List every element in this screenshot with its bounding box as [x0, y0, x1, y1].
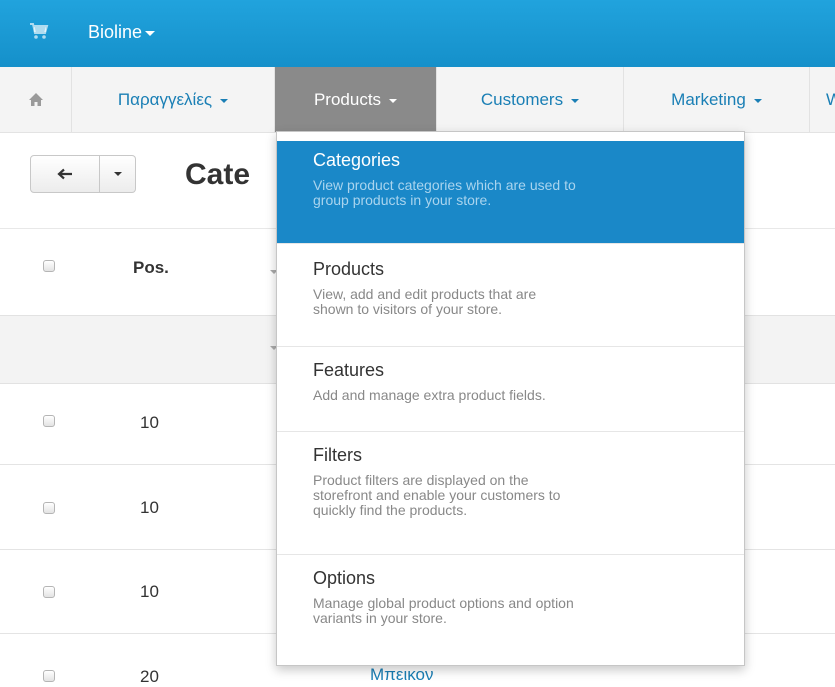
- row-position[interactable]: 10: [140, 498, 159, 518]
- nav-item-products[interactable]: Products: [275, 67, 437, 132]
- menu-item-categories[interactable]: Categories View product categories which…: [277, 141, 744, 244]
- row-checkbox[interactable]: [43, 415, 55, 427]
- caret-down-icon: [389, 98, 398, 103]
- arrow-left-icon: [57, 168, 72, 180]
- row-checkbox[interactable]: [43, 502, 55, 514]
- menu-item-filters[interactable]: Filters Product filters are displayed on…: [277, 432, 744, 555]
- caret-down-icon: [220, 98, 229, 103]
- menu-item-features[interactable]: Features Add and manage extra product fi…: [277, 347, 744, 432]
- menu-item-title: Filters: [313, 445, 362, 465]
- nav-item-customers[interactable]: Customers: [437, 67, 624, 132]
- store-switcher[interactable]: Bioline: [88, 21, 156, 43]
- nav-item-label: Παραγγελίες: [117, 89, 213, 109]
- menu-item-options[interactable]: Options Manage global product options an…: [277, 555, 744, 655]
- menu-item-description: Add and manage extra product fields.: [313, 387, 546, 403]
- back-button-group: [30, 155, 136, 193]
- menu-item-description: Manage global product options and option…: [313, 595, 574, 626]
- nav-item-label: Products: [313, 89, 382, 109]
- page-title: Cate: [185, 158, 251, 191]
- nav-item-label: Marketing: [671, 89, 746, 109]
- nav-item-website[interactable]: W: [810, 67, 835, 132]
- category-name-link[interactable]: Μπεικον: [370, 665, 434, 685]
- caret-down-icon: [753, 98, 762, 103]
- menu-item-title: Features: [313, 360, 385, 380]
- cart-icon[interactable]: [28, 20, 50, 42]
- row-position[interactable]: 10: [140, 582, 159, 602]
- row-position[interactable]: 10: [140, 413, 159, 433]
- nav-item-orders[interactable]: Παραγγελίες: [72, 67, 275, 132]
- home-icon: [28, 93, 43, 106]
- history-dropdown-button[interactable]: [100, 155, 136, 193]
- main-nav: Παραγγελίες Products Customers Marketing…: [0, 67, 835, 133]
- nav-item-label: Customers: [480, 89, 564, 109]
- store-name: Bioline: [88, 22, 143, 42]
- menu-item-title: Products: [313, 259, 385, 279]
- menu-item-title: Categories: [313, 150, 401, 170]
- menu-item-description: Product filters are displayed on the sto…: [313, 472, 561, 518]
- nav-item-marketing[interactable]: Marketing: [624, 67, 810, 132]
- nav-item-label: W: [826, 89, 835, 109]
- select-all-checkbox[interactable]: [43, 260, 55, 272]
- products-dropdown-menu: Categories View product categories which…: [276, 131, 745, 666]
- caret-down-icon: [571, 98, 580, 103]
- menu-item-description: View, add and edit products that are sho…: [313, 286, 537, 317]
- chevron-down-icon: [113, 172, 122, 176]
- menu-item-title: Options: [313, 568, 376, 588]
- back-button[interactable]: [30, 155, 100, 193]
- column-header-pos[interactable]: Pos.: [133, 258, 169, 278]
- menu-item-products[interactable]: Products View, add and edit products tha…: [277, 244, 744, 347]
- row-checkbox[interactable]: [43, 670, 55, 682]
- caret-down-icon: [145, 30, 156, 36]
- nav-home[interactable]: [0, 67, 72, 132]
- menu-item-description: View product categories which are used t…: [313, 177, 576, 208]
- row-position[interactable]: 20: [140, 667, 159, 687]
- row-checkbox[interactable]: [43, 586, 55, 598]
- top-bar: Bioline: [0, 0, 835, 67]
